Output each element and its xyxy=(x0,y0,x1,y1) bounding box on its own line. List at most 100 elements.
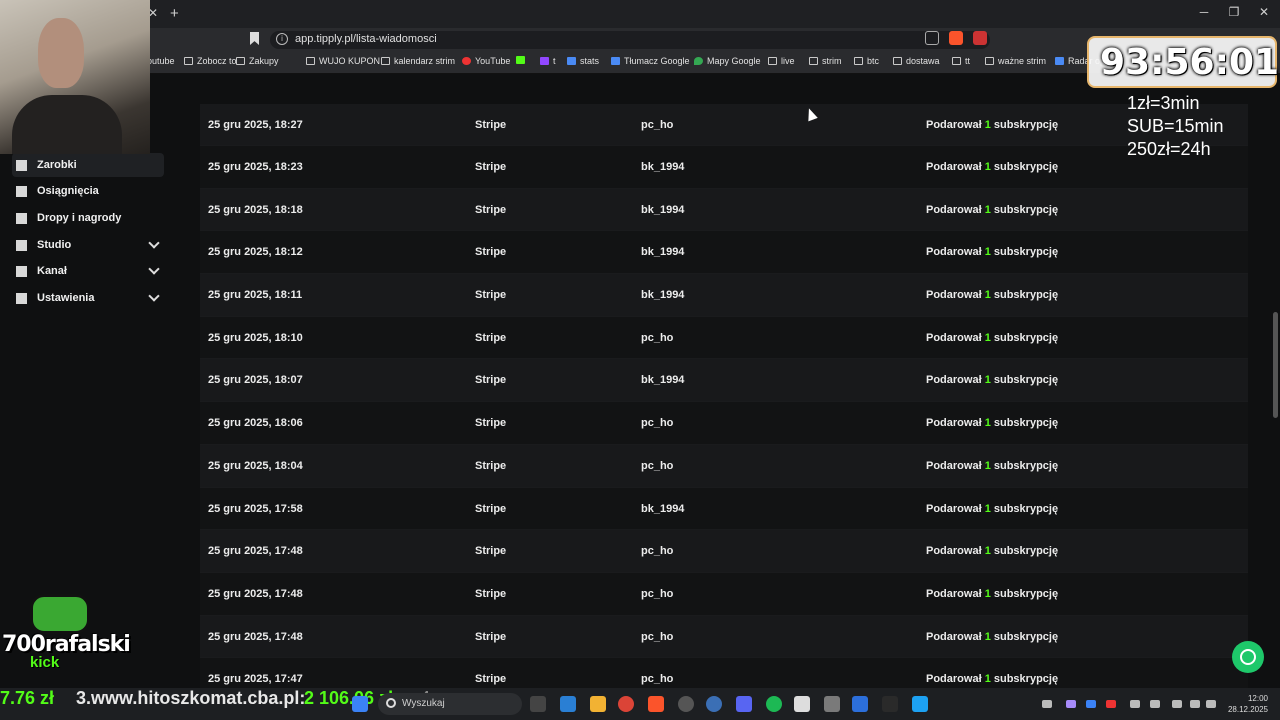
username-cell: pc_ho xyxy=(641,459,674,472)
username-cell: pc_ho xyxy=(641,673,674,686)
bookmark-item[interactable]: dostawa xyxy=(893,56,940,66)
bookmark-item[interactable]: Zakupy xyxy=(236,56,279,66)
chevron-down-icon[interactable] xyxy=(148,237,160,249)
maximize-icon[interactable]: ❐ xyxy=(1224,5,1244,19)
close-window-icon[interactable]: ✕ xyxy=(1254,5,1274,19)
spotify-icon[interactable] xyxy=(766,696,782,712)
sidebar-item[interactable]: Studio xyxy=(12,233,164,257)
new-tab-icon[interactable]: + xyxy=(170,5,179,22)
obs-icon[interactable] xyxy=(678,696,694,712)
username-cell: pc_ho xyxy=(641,119,674,131)
sidebar-item[interactable]: Osiągnięcia xyxy=(12,179,164,203)
app-tray-icon[interactable] xyxy=(1106,700,1116,708)
pen-icon[interactable] xyxy=(1066,700,1076,708)
minimize-icon[interactable]: ─ xyxy=(1194,5,1214,19)
bookmark-item[interactable]: Tłumacz Google xyxy=(611,56,690,66)
chat-support-icon[interactable] xyxy=(1232,641,1264,673)
bookmark-item[interactable]: t xyxy=(540,56,556,66)
bookmark-item[interactable]: Zobocz to xyxy=(184,56,237,66)
bookmark-label: outube xyxy=(147,56,175,66)
bookmark-item[interactable]: Mapy Google xyxy=(694,56,761,66)
bookmark-item[interactable]: WUJO KUPON xyxy=(306,56,380,66)
sidebar-item-label: Zarobki xyxy=(37,159,77,171)
brave-icon[interactable] xyxy=(648,696,664,712)
bookmark-label: live xyxy=(781,56,795,66)
microphone-icon[interactable] xyxy=(1172,700,1182,708)
payment-method-cell: Stripe xyxy=(475,119,507,131)
action-text: Podarował xyxy=(926,673,982,686)
payment-method-cell: Stripe xyxy=(475,673,507,686)
app-icon[interactable] xyxy=(882,696,898,712)
windows-start-icon[interactable] xyxy=(352,696,368,712)
tray-chevron-icon[interactable] xyxy=(1042,700,1052,708)
chevron-down-icon[interactable] xyxy=(148,290,160,302)
address-bar[interactable]: i app.tipply.pl/lista-wiadomosci xyxy=(270,31,990,49)
steam-icon[interactable] xyxy=(1130,700,1140,708)
brave-rewards-icon[interactable] xyxy=(973,31,987,45)
chevron-down-icon[interactable] xyxy=(148,263,160,275)
site-favicon-icon xyxy=(611,57,620,65)
notepad-icon[interactable] xyxy=(912,696,928,712)
calculator-icon[interactable] xyxy=(824,696,840,712)
task-view-icon[interactable] xyxy=(530,696,546,712)
site-favicon-icon xyxy=(462,57,471,65)
app-icon[interactable] xyxy=(706,696,722,712)
sidebar-item[interactable]: Zarobki xyxy=(12,153,164,177)
site-favicon-icon xyxy=(540,57,549,65)
action-text: Podarował xyxy=(926,502,982,515)
url-text[interactable]: app.tipply.pl/lista-wiadomosci xyxy=(295,33,437,45)
action-count: 1 xyxy=(984,502,991,515)
action-text: Podarował xyxy=(926,246,982,259)
username-cell: pc_ho xyxy=(641,545,674,558)
action-cell: Podarował 1 subskrypcję xyxy=(926,204,1058,216)
table-row: 25 gru 2025, 18:06 Stripe pc_ho Podarował 1… xyxy=(200,402,1248,445)
bookmark-item[interactable]: strim xyxy=(809,56,842,66)
streamdeck-icon[interactable] xyxy=(794,696,810,712)
bookmark-item[interactable]: YouTube xyxy=(462,56,510,66)
action-text: Podarował xyxy=(926,545,982,558)
discord-icon[interactable] xyxy=(736,696,752,712)
bluetooth-icon[interactable] xyxy=(1086,700,1096,708)
taskbar-search[interactable]: Wyszukaj xyxy=(378,693,522,715)
bookmark-item[interactable]: tt xyxy=(952,56,970,66)
brave-shields-icon[interactable] xyxy=(949,31,963,45)
ticker-left-amount: 7.76 zł xyxy=(0,688,55,708)
bookmark-label: strim xyxy=(822,56,842,66)
sidebar-item-label: Osiągnięcia xyxy=(37,185,99,197)
bookmark-item[interactable]: live xyxy=(768,56,795,66)
sidebar-item[interactable]: Ustawienia xyxy=(12,286,164,310)
action-cell: Podarował 1 subskrypcję xyxy=(926,545,1058,557)
folder-icon xyxy=(952,57,961,65)
share-icon[interactable] xyxy=(925,31,939,45)
ticker-donor: 3.www.hitoszkomat.cba.pl: xyxy=(76,688,306,708)
action-text: subskrypcję xyxy=(993,203,1059,216)
sidebar-item[interactable]: Kanał xyxy=(12,259,164,283)
camera-icon xyxy=(16,239,27,251)
scrollbar-thumb[interactable] xyxy=(1273,312,1278,418)
network-icon[interactable] xyxy=(1150,700,1160,708)
chrome-icon[interactable] xyxy=(618,696,634,712)
bookmark-label: btc xyxy=(867,56,880,66)
folder-icon xyxy=(893,57,902,65)
store-icon[interactable] xyxy=(560,696,576,712)
bookmark-item[interactable]: kalendarz strim xyxy=(381,56,455,66)
username-cell: pc_ho xyxy=(641,331,674,344)
taskbar-clock[interactable]: 12:00 28.12.2025 xyxy=(1222,693,1268,715)
bookmark-item[interactable]: ważne strim xyxy=(985,56,1046,66)
volume-icon[interactable] xyxy=(1206,700,1216,708)
sidebar-item[interactable]: Dropy i nagrody xyxy=(12,206,164,230)
bookmark-item[interactable]: stats xyxy=(567,56,599,66)
date-cell: 25 gru 2025, 18:18 xyxy=(208,203,303,216)
bookmark-item[interactable]: btc xyxy=(854,56,879,66)
bookmark-item[interactable] xyxy=(516,56,529,64)
webcam-person-body xyxy=(12,95,122,154)
action-cell: Podarował 1 subskrypcję xyxy=(926,417,1058,429)
file-explorer-icon[interactable] xyxy=(590,696,606,712)
action-text: Podarował xyxy=(926,374,982,387)
app-x-icon[interactable] xyxy=(852,696,868,712)
site-info-icon[interactable]: i xyxy=(276,33,288,45)
action-text: subskrypcję xyxy=(993,289,1059,302)
battery-icon[interactable] xyxy=(1190,700,1200,708)
date-cell: 25 gru 2025, 18:10 xyxy=(208,331,303,344)
action-cell: Podarował 1 subskrypcję xyxy=(926,460,1058,472)
